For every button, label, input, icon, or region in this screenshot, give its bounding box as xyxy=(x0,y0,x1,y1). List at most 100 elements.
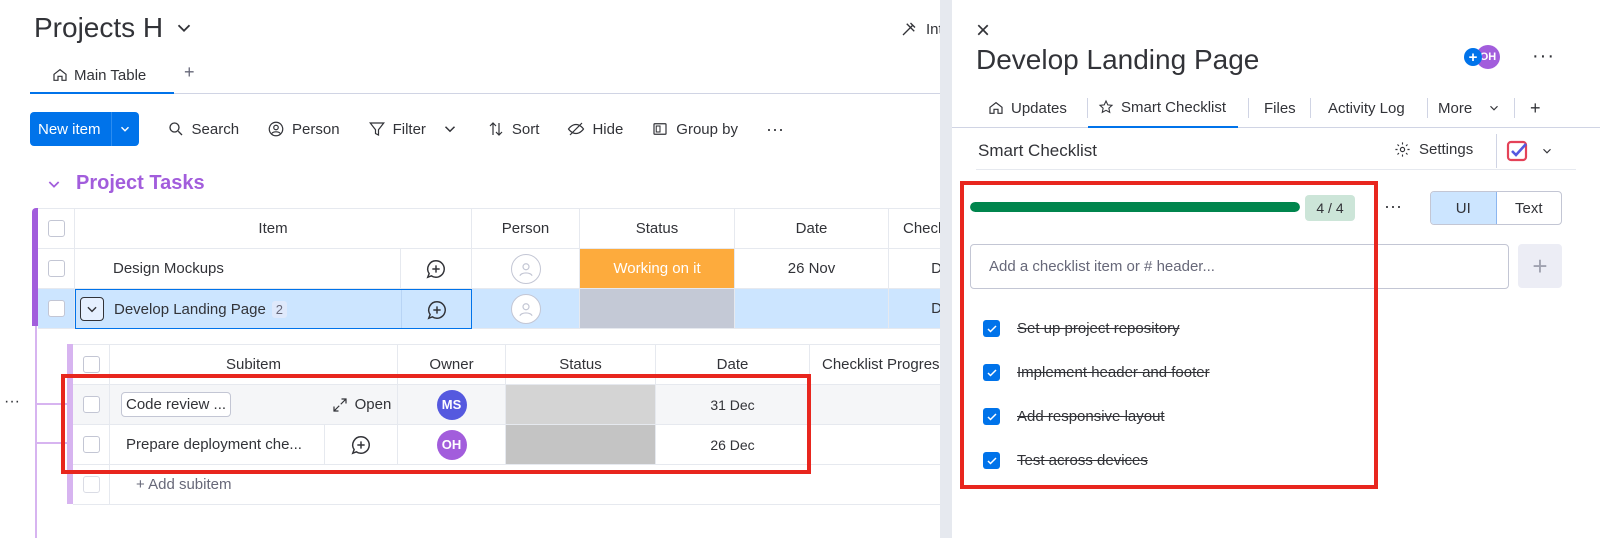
row-checkbox[interactable] xyxy=(82,396,100,413)
add-checklist-item-button[interactable]: + xyxy=(1518,244,1562,288)
subitem-column-header-name[interactable]: Subitem xyxy=(110,345,398,385)
expand-subitems-button[interactable] xyxy=(80,297,104,321)
subitem-column-header-checklist[interactable]: Checklist Progres xyxy=(810,345,960,385)
subitem-column-header-owner[interactable]: Owner xyxy=(398,345,506,385)
add-update-icon[interactable] xyxy=(425,258,447,280)
checklist-item-text[interactable]: Implement header and footer xyxy=(1017,364,1210,381)
group-header[interactable]: Project Tasks xyxy=(46,172,205,195)
add-tab-button[interactable]: + xyxy=(1530,88,1541,128)
filter-button[interactable]: Filter xyxy=(368,120,459,138)
add-view-button[interactable]: + xyxy=(184,62,195,83)
group-title[interactable]: Project Tasks xyxy=(76,172,205,195)
subitem-date-cell[interactable]: 31 Dec xyxy=(656,385,810,425)
subitem-date-cell[interactable]: 26 Dec xyxy=(656,425,810,465)
checklist-item-text[interactable]: Set up project repository xyxy=(1017,320,1180,337)
add-subitem-button[interactable]: + Add subitem xyxy=(110,465,960,505)
checkbox-checked[interactable] xyxy=(983,408,1000,425)
person-cell[interactable] xyxy=(472,249,580,289)
add-update-icon[interactable] xyxy=(350,434,372,456)
tab-activity-log[interactable]: Activity Log xyxy=(1328,88,1405,128)
status-cell[interactable] xyxy=(580,289,735,329)
row-checkbox[interactable] xyxy=(47,300,65,317)
toolbar-more-button[interactable]: ··· xyxy=(766,119,784,140)
checklist-item[interactable]: Test across devices xyxy=(983,452,1148,469)
chevron-down-icon[interactable] xyxy=(441,120,459,138)
row-checkbox[interactable] xyxy=(82,436,100,453)
date-cell[interactable]: 26 Nov xyxy=(735,249,889,289)
panel-title[interactable]: Develop Landing Page xyxy=(976,44,1259,76)
new-item-dropdown[interactable] xyxy=(110,112,139,146)
person-filter-button[interactable]: Person xyxy=(267,120,340,138)
app-switcher[interactable] xyxy=(1506,139,1554,163)
new-item-label[interactable]: New item xyxy=(30,112,111,146)
checklist-item[interactable]: Add responsive layout xyxy=(983,408,1165,425)
add-update-icon[interactable] xyxy=(426,299,448,321)
add-subscriber-icon[interactable]: + xyxy=(1464,48,1482,66)
owner-avatar[interactable]: MS xyxy=(436,389,467,420)
chevron-down-icon[interactable] xyxy=(173,17,195,39)
subitem-column-header-status[interactable]: Status xyxy=(506,345,656,385)
checkbox-checked[interactable] xyxy=(983,364,1000,381)
owner-avatar[interactable]: OH xyxy=(436,429,467,460)
checklist-item[interactable]: Set up project repository xyxy=(983,320,1180,337)
subitem-select-all-cell[interactable] xyxy=(73,345,110,385)
mode-ui-button[interactable]: UI xyxy=(1431,192,1497,224)
row-checkbox[interactable] xyxy=(47,260,65,277)
subitem-column-header-date[interactable]: Date xyxy=(656,345,810,385)
column-header-item[interactable]: Item xyxy=(75,209,472,249)
row-more-icon[interactable]: ··· xyxy=(4,393,20,411)
search-button[interactable]: Search xyxy=(167,120,239,138)
group-by-button[interactable]: Group by xyxy=(651,120,738,138)
new-item-button[interactable]: New item xyxy=(30,112,139,146)
progress-more-button[interactable]: ··· xyxy=(1384,196,1402,217)
column-header-status[interactable]: Status xyxy=(580,209,735,249)
settings-button[interactable]: Settings xyxy=(1394,141,1473,158)
subitem-status-cell[interactable] xyxy=(506,425,656,465)
subitem-name-cell[interactable]: Prepare deployment che... xyxy=(110,425,325,465)
panel-splitter[interactable] xyxy=(940,0,952,538)
item-updates-cell[interactable] xyxy=(401,249,472,289)
tab-files[interactable]: Files xyxy=(1264,88,1296,128)
checklist-item-text[interactable]: Add responsive layout xyxy=(1017,408,1165,425)
select-all-cell[interactable] xyxy=(38,209,75,249)
subitem-name-cell[interactable]: Code review ... xyxy=(110,385,325,425)
add-checklist-item-input[interactable] xyxy=(970,244,1509,289)
subitem-row-select-cell[interactable] xyxy=(73,385,110,425)
mode-text-button[interactable]: Text xyxy=(1497,192,1562,224)
checkbox-checked[interactable] xyxy=(983,452,1000,469)
row-select-cell[interactable] xyxy=(38,249,75,289)
empty-person-icon[interactable] xyxy=(510,293,541,324)
subitem-owner-cell[interactable]: MS xyxy=(398,385,506,425)
chevron-down-icon[interactable] xyxy=(46,176,62,192)
integrate-button[interactable]: Int xyxy=(900,20,943,38)
status-cell[interactable]: Working on it xyxy=(580,249,735,289)
tab-updates[interactable]: Updates xyxy=(988,88,1067,128)
empty-person-icon[interactable] xyxy=(510,253,541,284)
subitem-row-select-cell[interactable] xyxy=(73,425,110,465)
column-header-date[interactable]: Date xyxy=(735,209,889,249)
subitem-checklist-cell[interactable] xyxy=(810,385,960,425)
sort-button[interactable]: Sort xyxy=(487,120,539,138)
close-icon[interactable]: × xyxy=(976,17,990,45)
checklist-item-text[interactable]: Test across devices xyxy=(1017,452,1148,469)
subitem-checklist-cell[interactable] xyxy=(810,425,960,465)
checkbox-checked[interactable] xyxy=(983,320,1000,337)
subitem-name-editing[interactable]: Code review ... xyxy=(121,392,232,417)
item-name-cell[interactable]: Design Mockups xyxy=(75,249,401,289)
subitem-owner-cell[interactable]: OH xyxy=(398,425,506,465)
tab-smart-checklist[interactable]: Smart Checklist xyxy=(1088,88,1239,128)
select-all-checkbox[interactable] xyxy=(82,356,100,373)
item-name-cell-selected[interactable]: Develop Landing Page 2 xyxy=(75,289,472,329)
hide-button[interactable]: Hide xyxy=(567,120,623,138)
subscribers-avatar[interactable]: + OH xyxy=(1464,45,1500,69)
checklist-item[interactable]: Implement header and footer xyxy=(983,364,1210,381)
row-select-cell[interactable] xyxy=(38,289,75,329)
mode-toggle[interactable]: UI Text xyxy=(1430,191,1562,225)
panel-more-button[interactable]: ··· xyxy=(1532,45,1555,68)
select-all-checkbox[interactable] xyxy=(47,220,65,237)
item-name[interactable]: Develop Landing Page xyxy=(114,301,266,318)
date-cell[interactable] xyxy=(735,289,889,329)
person-cell[interactable] xyxy=(472,289,580,329)
subitem-updates-cell[interactable] xyxy=(325,425,398,465)
subitem-status-cell[interactable] xyxy=(506,385,656,425)
